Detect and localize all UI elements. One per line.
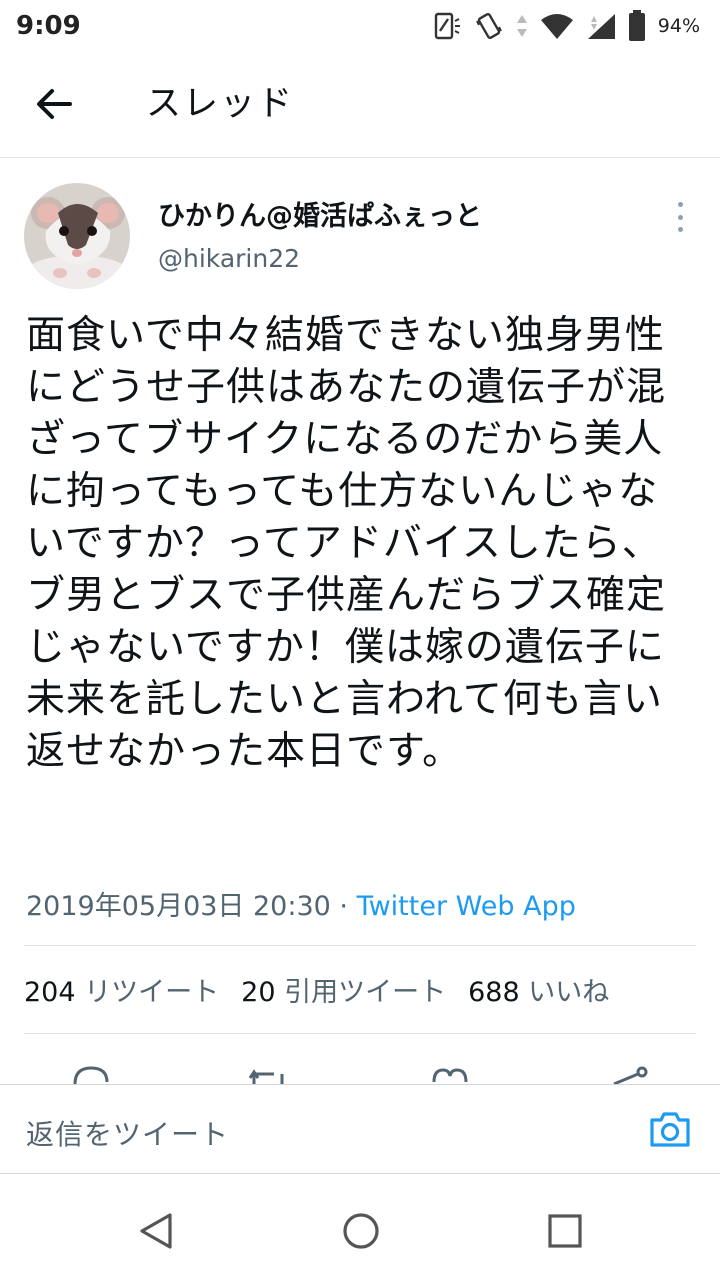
recents-nav-icon[interactable]	[547, 1211, 583, 1255]
data-arrows-icon	[516, 13, 528, 39]
rat-avatar-image	[24, 183, 130, 289]
quotes-label: 引用ツイート	[284, 977, 447, 1008]
status-bar: 9:09 94%	[0, 0, 720, 52]
divider	[24, 945, 696, 946]
more-dot	[677, 227, 683, 232]
retweets-stat[interactable]: 204 リツイート	[24, 970, 219, 1009]
quotes-count: 20	[241, 977, 276, 1008]
retweets-label: リツイート	[84, 977, 220, 1008]
author-name[interactable]: ひかりん@婚活ぱふぇっと	[158, 194, 482, 233]
page-title: スレッド	[146, 84, 295, 124]
tweet-datetime: 2019年05月03日 20:30	[26, 891, 331, 922]
retweets-count: 204	[24, 977, 76, 1008]
tweet-text: 面食いで中々結婚できない独身男性にどうせ子供はあなたの遺伝子が混ざってブサイクに…	[26, 313, 667, 774]
thread-header: スレッド	[0, 52, 720, 158]
wifi-icon	[540, 12, 574, 40]
tweet-source-link[interactable]: Twitter Web App	[357, 891, 576, 922]
status-icons: 94%	[434, 10, 700, 42]
like-icon[interactable]	[430, 1064, 470, 1084]
more-dot	[677, 202, 683, 207]
likes-stat[interactable]: 688 いいね	[468, 970, 609, 1009]
share-icon[interactable]	[610, 1064, 650, 1084]
retweet-icon[interactable]	[246, 1064, 290, 1084]
likes-count: 688	[468, 977, 520, 1008]
reply-input[interactable]: 返信をツイート	[26, 1113, 229, 1153]
reply-icon[interactable]	[72, 1064, 110, 1084]
more-dot	[677, 214, 683, 220]
back-nav-icon[interactable]	[138, 1211, 174, 1255]
battery-icon	[628, 10, 646, 42]
nfc-icon	[434, 11, 462, 41]
vibrate-icon	[474, 11, 504, 41]
divider	[24, 1033, 696, 1034]
author-handle[interactable]: @hikarin22	[158, 244, 300, 273]
arrow-left-icon	[37, 89, 72, 119]
status-time: 9:09	[16, 11, 81, 41]
quotes-stat[interactable]: 20 引用ツイート	[241, 970, 446, 1009]
tweet-stats: 204 リツイート 20 引用ツイート 688 いいね	[24, 970, 609, 1009]
home-nav-icon[interactable]	[341, 1211, 381, 1255]
tweet-actions	[0, 1058, 720, 1084]
reply-bar[interactable]: 返信をツイート	[0, 1084, 720, 1174]
meta-separator: ·	[330, 891, 357, 922]
avatar[interactable]	[24, 183, 130, 289]
tweet-meta: 2019年05月03日 20:30 · Twitter Web App	[26, 884, 576, 923]
likes-label: いいね	[528, 977, 610, 1008]
camera-icon[interactable]	[648, 1109, 692, 1153]
back-button[interactable]	[26, 76, 82, 132]
more-options-button[interactable]	[668, 202, 692, 232]
signal-icon	[586, 12, 616, 40]
battery-percent: 94%	[657, 15, 700, 37]
system-nav-bar	[0, 1175, 720, 1280]
